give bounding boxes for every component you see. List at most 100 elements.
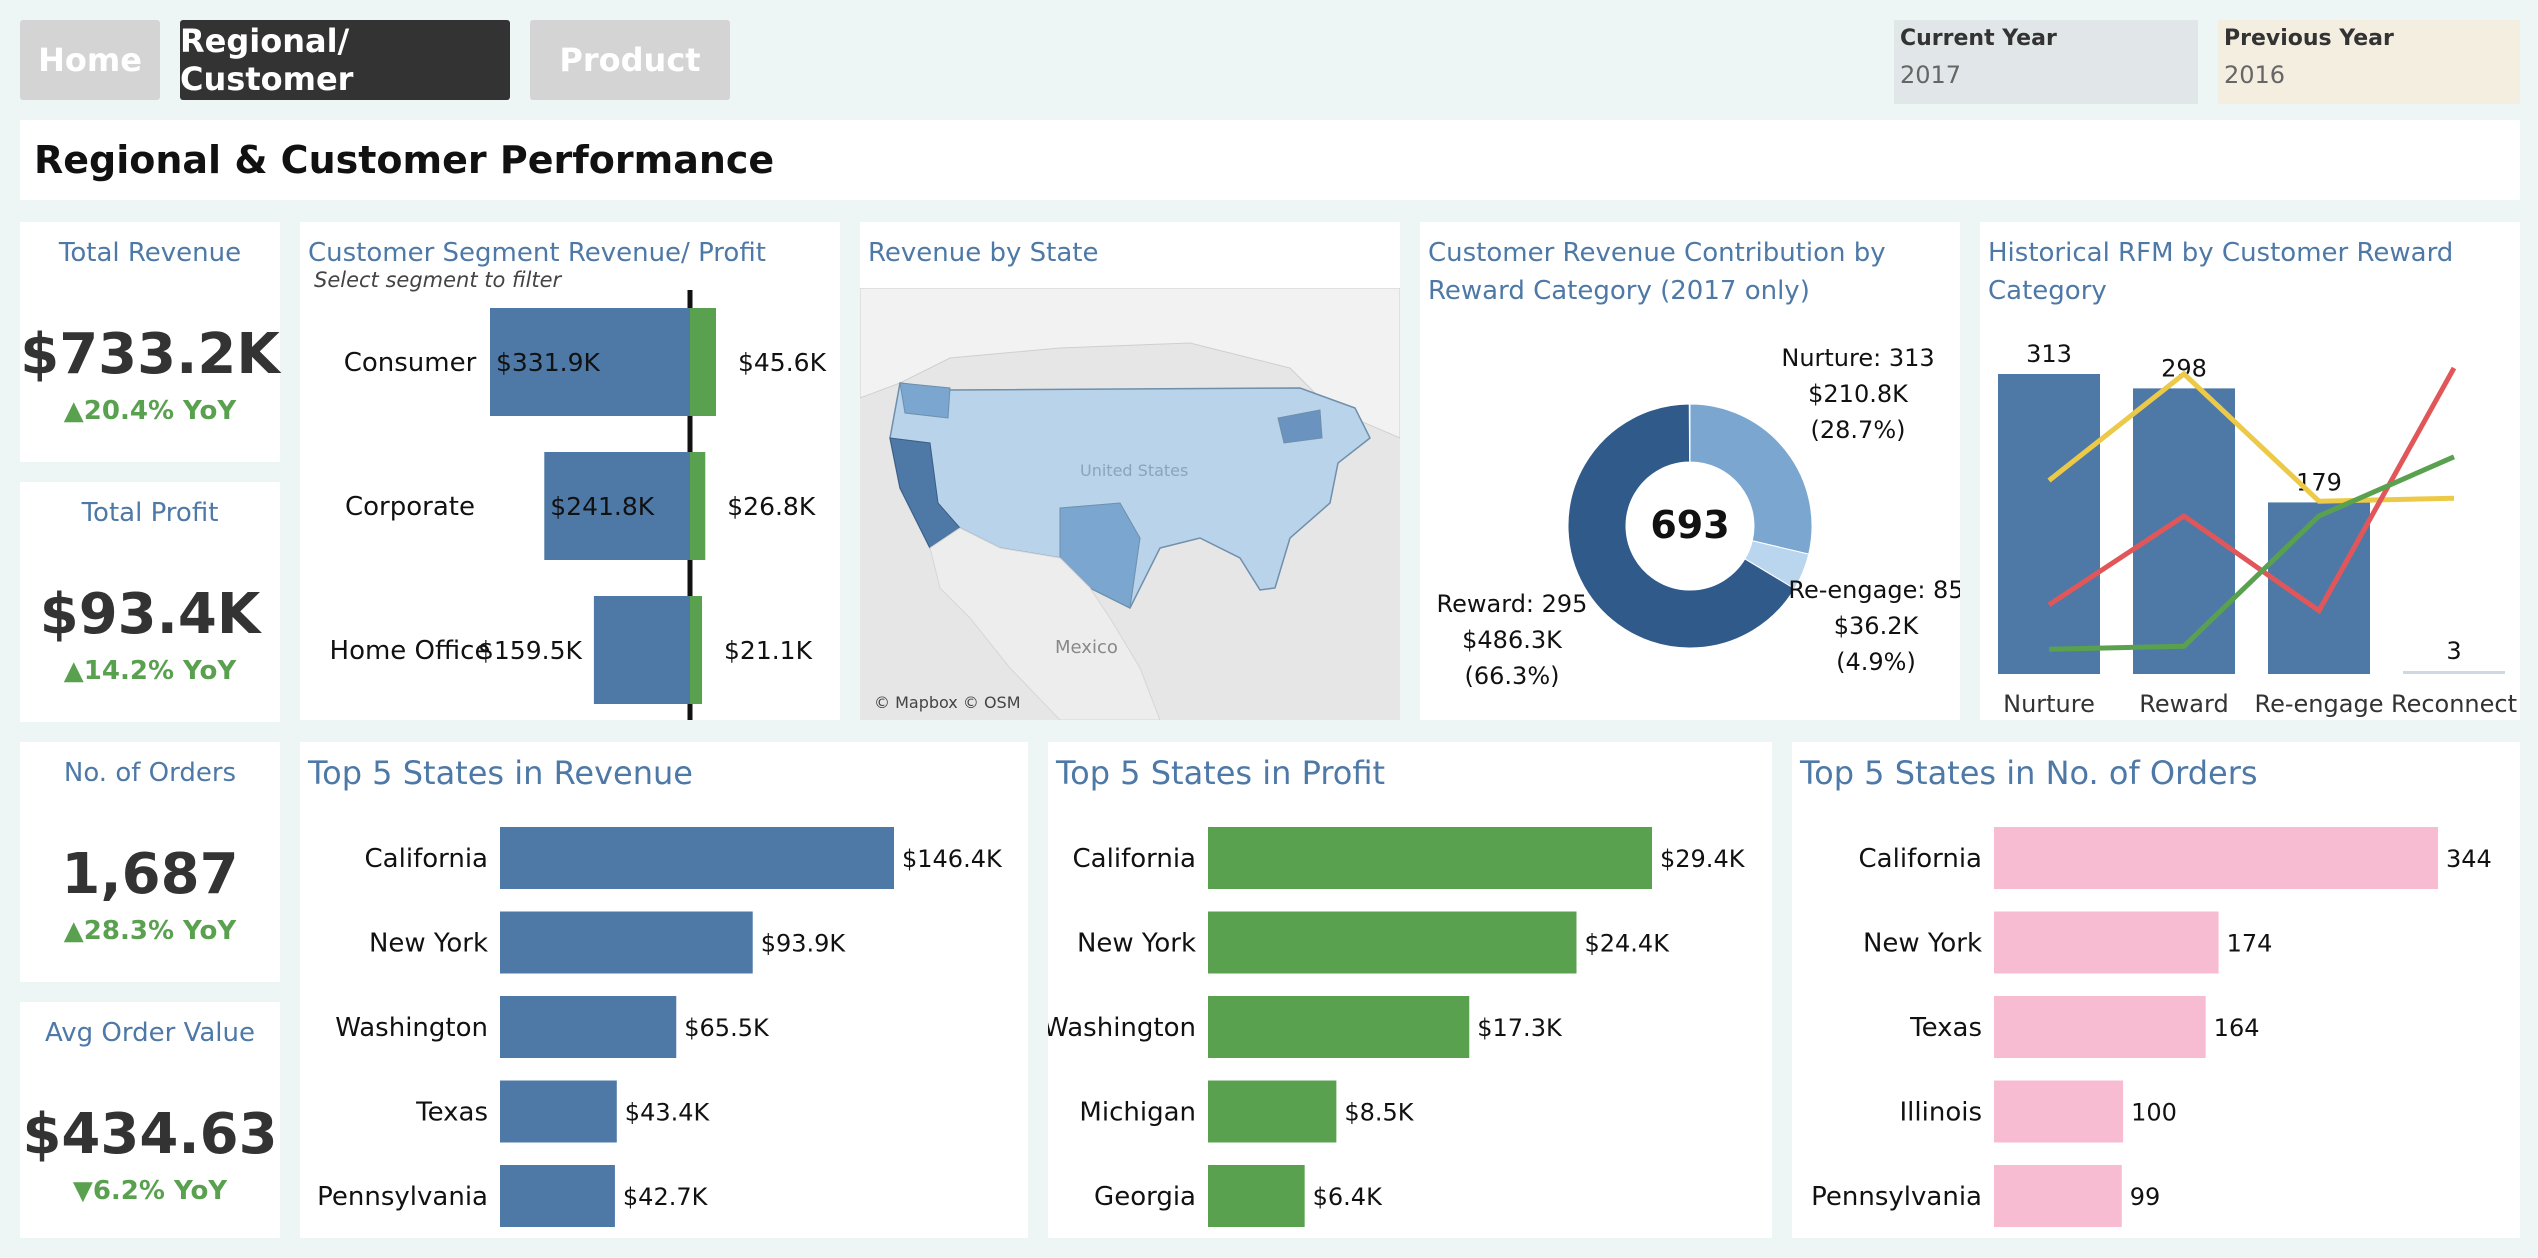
state-value-label: $17.3K xyxy=(1477,1014,1563,1042)
state-label: Georgia xyxy=(1094,1182,1196,1212)
top-revenue-chart[interactable]: California $146.4K New York $93.9K Washingto… xyxy=(300,742,1028,1238)
state-bar[interactable] xyxy=(500,827,894,889)
state-bar[interactable] xyxy=(1208,1165,1305,1227)
rfm-bar[interactable] xyxy=(2133,388,2235,674)
segment-profit-bar[interactable] xyxy=(690,596,703,704)
state-label: Pennsylvania xyxy=(1811,1182,1982,1212)
kpi-yoy: ▲20.4% YoY xyxy=(63,396,237,426)
state-value-label: $43.4K xyxy=(625,1099,711,1127)
kpi-yoy: ▲14.2% YoY xyxy=(63,656,237,686)
state-value-label: $42.7K xyxy=(623,1183,709,1211)
segment-profit-label: $45.6K xyxy=(738,348,827,377)
state-bar[interactable] xyxy=(1994,911,2219,974)
state-bar[interactable] xyxy=(1208,996,1470,1058)
segment-panel: Customer Segment Revenue/ Profit Select … xyxy=(300,222,840,720)
current-year-filter[interactable]: Current Year 2017 xyxy=(1894,20,2198,104)
state-bar[interactable] xyxy=(1994,996,2206,1058)
donut-pct-reengage: (4.9%) xyxy=(1836,648,1916,676)
rfm-category-label: Nurture xyxy=(2003,690,2095,718)
state-bar[interactable] xyxy=(1994,1165,2122,1227)
kpi-title: Total Revenue xyxy=(58,238,242,268)
rfm-chart[interactable]: 313 Nurture 298 Reward 179 Re-engage 3 Reconnec… xyxy=(1980,222,2520,720)
state-bar[interactable] xyxy=(500,911,753,974)
state-value-label: $29.4K xyxy=(1660,845,1746,873)
state-label: Washington xyxy=(1048,1013,1196,1043)
map-panel: Revenue by State Mexico United States © … xyxy=(860,222,1400,720)
state-bar[interactable] xyxy=(1208,911,1577,974)
tab-home[interactable]: Home xyxy=(20,20,160,100)
tab-product[interactable]: Product xyxy=(530,20,730,100)
segment-chart[interactable]: Consumer $331.9K $45.6K Corporate $241.8K $26… xyxy=(300,222,840,720)
state-value-label: $24.4K xyxy=(1584,930,1670,958)
kpi-value: $733.2K xyxy=(20,322,280,387)
rfm-bar-label: 179 xyxy=(2296,468,2342,496)
top-orders-chart[interactable]: California 344 New York 174 Texas 164 Illinois… xyxy=(1792,742,2520,1238)
us-label: United States xyxy=(1080,461,1188,480)
current-year-value: 2017 xyxy=(1900,61,1962,89)
state-bar[interactable] xyxy=(500,1165,615,1227)
state-value-label: $146.4K xyxy=(902,845,1003,873)
tab-regional-customer[interactable]: Regional/ Customer xyxy=(180,20,510,100)
kpi-title: Total Profit xyxy=(81,498,219,528)
kpi-orders: No. of Orders 1,687 ▲28.3% YoY xyxy=(20,742,280,982)
kpi-value: 1,687 xyxy=(61,842,239,907)
rfm-category-label: Reward xyxy=(2139,690,2228,718)
segment-profit-bar[interactable] xyxy=(690,308,716,416)
state-bar[interactable] xyxy=(500,1080,617,1143)
kpi-total-profit: Total Profit $93.4K ▲14.2% YoY xyxy=(20,482,280,722)
state-label: New York xyxy=(1077,929,1196,959)
state-value-label: $65.5K xyxy=(684,1014,770,1042)
top-profit-panel: Top 5 States in Profit California $29.4K N… xyxy=(1048,742,1772,1238)
segment-revenue-label: $241.8K xyxy=(550,492,654,521)
state-bar[interactable] xyxy=(1208,1080,1337,1143)
top-revenue-panel: Top 5 States in Revenue California $146.4… xyxy=(300,742,1028,1238)
state-label: Pennsylvania xyxy=(317,1182,488,1212)
donut-center-value: 693 xyxy=(1650,503,1729,547)
state-value-label: 164 xyxy=(2214,1014,2260,1042)
washington-shape xyxy=(899,382,951,419)
kpi-title: No. of Orders xyxy=(63,758,237,788)
rfm-category-label: Re-engage xyxy=(2255,690,2384,718)
segment-label[interactable]: Corporate xyxy=(345,492,475,522)
rfm-bar-label: 298 xyxy=(2161,354,2207,382)
map-credit: © Mapbox © OSM xyxy=(874,693,1021,712)
state-label: Michigan xyxy=(1079,1098,1196,1128)
rfm-bar-label: 3 xyxy=(2446,637,2461,665)
segment-revenue-label: $331.9K xyxy=(496,348,600,377)
state-value-label: 344 xyxy=(2446,845,2492,873)
donut-label-reward: Reward: 295 xyxy=(1437,590,1588,618)
state-bar[interactable] xyxy=(500,996,677,1058)
segment-profit-bar[interactable] xyxy=(690,452,706,560)
kpi-value: $434.63 xyxy=(22,1102,278,1167)
segment-label[interactable]: Home Office xyxy=(330,636,491,666)
revenue-map[interactable]: Mexico United States © Mapbox © OSM xyxy=(860,288,1400,720)
state-value-label: 99 xyxy=(2130,1183,2161,1211)
segment-profit-label: $21.1K xyxy=(724,636,813,665)
state-label: California xyxy=(365,844,488,874)
state-label: California xyxy=(1073,844,1196,874)
kpi-value: $93.4K xyxy=(39,582,261,647)
rfm-panel: Historical RFM by Customer Reward Catego… xyxy=(1980,222,2520,720)
rfm-bar[interactable] xyxy=(2403,671,2505,674)
state-bar[interactable] xyxy=(1994,827,2438,889)
state-label: Texas xyxy=(1909,1013,1982,1043)
page-title: Regional & Customer Performance xyxy=(34,138,775,182)
kpi-yoy: ▼6.2% YoY xyxy=(72,1176,228,1206)
state-bar[interactable] xyxy=(1208,827,1652,889)
donut-chart[interactable]: 693 Nurture: 313 $210.8K (28.7%) Re-enga… xyxy=(1420,222,1960,720)
top-profit-chart[interactable]: California $29.4K New York $24.4K Washington… xyxy=(1048,742,1772,1238)
map-title: Revenue by State xyxy=(868,238,1099,268)
kpi-total-revenue: Total Revenue $733.2K ▲20.4% YoY xyxy=(20,222,280,462)
state-bar[interactable] xyxy=(1994,1080,2124,1143)
rfm-bar[interactable] xyxy=(1998,374,2100,674)
donut-revenue-reward: $486.3K xyxy=(1462,626,1563,654)
segment-label[interactable]: Consumer xyxy=(344,348,477,378)
donut-revenue-nurture: $210.8K xyxy=(1808,380,1909,408)
donut-pct-reward: (66.3%) xyxy=(1465,662,1560,690)
state-label: New York xyxy=(369,929,488,959)
segment-revenue-bar[interactable] xyxy=(593,596,690,704)
previous-year-filter[interactable]: Previous Year 2016 xyxy=(2218,20,2520,104)
donut-label-nurture: Nurture: 313 xyxy=(1781,344,1934,372)
previous-year-label: Previous Year xyxy=(2224,26,2394,51)
rfm-series-line xyxy=(2047,366,2457,615)
